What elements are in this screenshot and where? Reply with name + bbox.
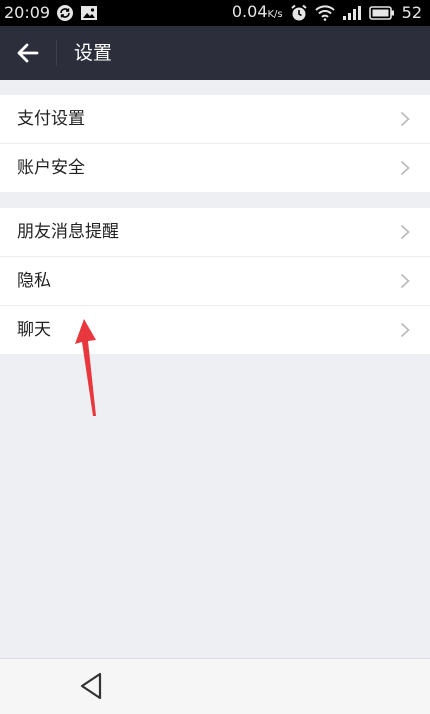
page-title: 设置 [74, 42, 113, 64]
settings-group-social: 朋友消息提醒 隐私 聊天 [0, 208, 430, 354]
app-bar-divider [56, 40, 57, 66]
settings-screen: 20:09 0.04K/s 52 设置 支付设置 账户安全 朋友消息提醒 隐私 … [0, 0, 430, 714]
chevron-right-icon [400, 160, 410, 176]
settings-row-privacy[interactable]: 隐私 [0, 257, 430, 306]
back-button[interactable] [8, 33, 48, 73]
status-time: 20:09 [4, 3, 51, 22]
alarm-icon [290, 4, 308, 22]
settings-row-chat[interactable]: 聊天 [0, 306, 430, 354]
nav-back-button[interactable] [78, 671, 104, 701]
triangle-back-icon [80, 672, 102, 700]
chevron-right-icon [400, 111, 410, 127]
battery-level: 52 [401, 3, 422, 22]
sync-icon [56, 4, 74, 22]
settings-row-payment[interactable]: 支付设置 [0, 95, 430, 144]
row-label: 账户安全 [17, 158, 85, 178]
signal-icon [342, 5, 362, 21]
wifi-icon [314, 5, 335, 21]
navigation-bar [0, 658, 430, 714]
annotation-arrow-icon [75, 319, 96, 416]
settings-row-friend-notifications[interactable]: 朋友消息提醒 [0, 208, 430, 257]
settings-group-account: 支付设置 账户安全 [0, 95, 430, 192]
chevron-right-icon [400, 224, 410, 240]
status-bar: 20:09 0.04K/s 52 [0, 0, 430, 26]
chevron-right-icon [400, 322, 410, 338]
settings-row-account-security[interactable]: 账户安全 [0, 144, 430, 192]
back-arrow-icon [17, 43, 39, 63]
row-label: 朋友消息提醒 [17, 222, 119, 242]
chevron-right-icon [400, 273, 410, 289]
image-icon [80, 5, 98, 21]
battery-icon [368, 5, 395, 21]
row-label: 聊天 [17, 320, 51, 340]
row-label: 支付设置 [17, 109, 85, 129]
app-bar: 设置 [0, 26, 430, 80]
net-speed: 0.04K/s [231, 1, 283, 21]
row-label: 隐私 [17, 271, 51, 291]
